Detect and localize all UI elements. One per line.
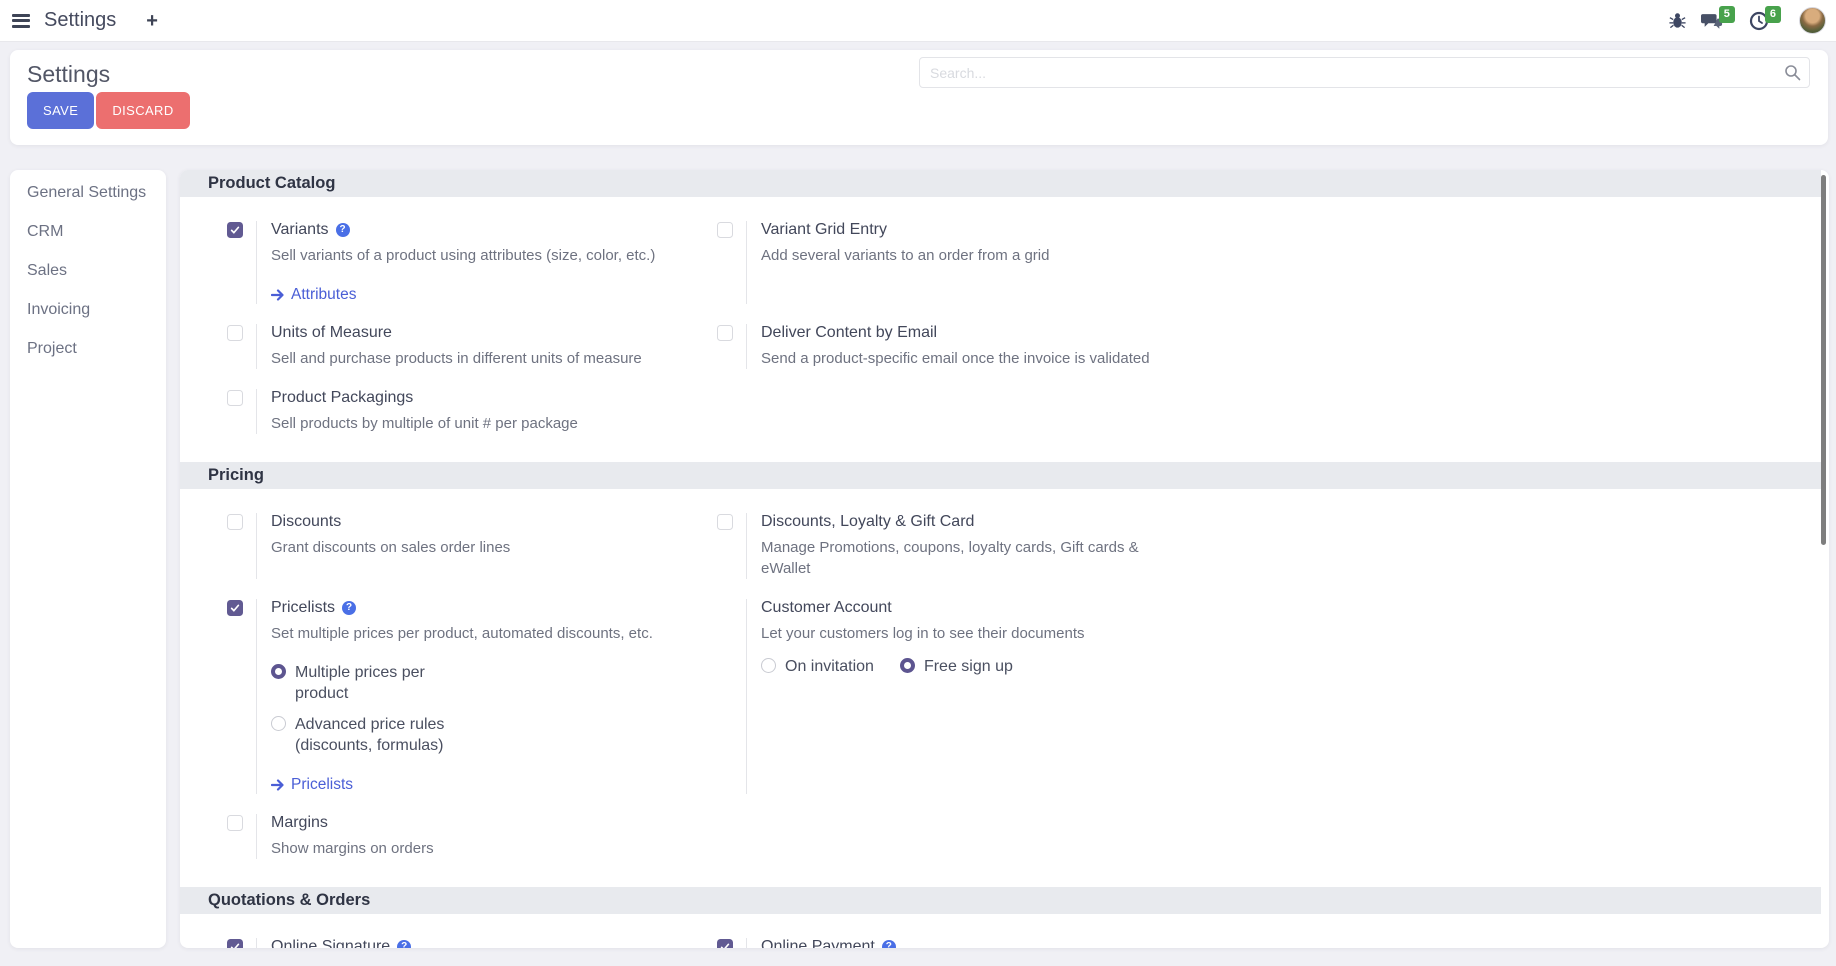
product-packagings-checkbox[interactable]: [227, 390, 243, 406]
setting-margins: Margins Show margins on orders: [227, 814, 717, 859]
help-icon[interactable]: ?: [336, 223, 350, 237]
pricelists-checkbox[interactable]: [227, 600, 243, 616]
online-signature-checkbox[interactable]: [227, 939, 243, 948]
setting-label: Discounts: [271, 513, 341, 531]
setting-description: Add several variants to an order from a …: [761, 245, 1186, 266]
arrow-right-icon: [271, 779, 285, 791]
variant-grid-entry-checkbox[interactable]: [717, 222, 733, 238]
settings-sidebar: General Settings CRM Sales Invoicing Pro…: [10, 170, 166, 948]
setting-customer-account: Customer Account Let your customers log …: [717, 599, 1821, 794]
messages-menu[interactable]: 5: [1699, 9, 1737, 32]
discard-button[interactable]: DISCARD: [96, 92, 189, 129]
setting-description: Set multiple prices per product, automat…: [271, 623, 717, 644]
navbar-app-title[interactable]: Settings: [44, 9, 116, 32]
user-avatar[interactable]: [1799, 7, 1826, 34]
setting-description: Sell and purchase products in different …: [271, 348, 717, 369]
page-title: Settings: [27, 61, 110, 88]
discounts-checkbox[interactable]: [227, 514, 243, 530]
discounts-loyalty-checkbox[interactable]: [717, 514, 733, 530]
setting-variant-grid-entry: Variant Grid Entry Add several variants …: [717, 221, 1821, 304]
help-icon[interactable]: ?: [882, 940, 896, 948]
pricelist-option-multiple-prices[interactable]: Multiple prices per product: [271, 662, 717, 704]
sidebar-item-general-settings[interactable]: General Settings: [10, 173, 166, 212]
variants-checkbox[interactable]: [227, 222, 243, 238]
section-header-quotations-orders: Quotations & Orders: [180, 887, 1821, 914]
setting-online-signature: Online Signature? Request an online sign…: [227, 938, 717, 948]
customer-account-option-on-invitation[interactable]: On invitation: [761, 656, 874, 677]
units-of-measure-checkbox[interactable]: [227, 325, 243, 341]
radio-button[interactable]: [761, 658, 776, 673]
setting-description: Let your customers log in to see their d…: [761, 623, 1186, 644]
search-input[interactable]: [919, 57, 1810, 88]
messages-count-badge: 5: [1719, 6, 1735, 22]
section-header-pricing: Pricing: [180, 462, 1821, 489]
setting-description: Sell products by multiple of unit # per …: [271, 413, 717, 434]
setting-description: Manage Promotions, coupons, loyalty card…: [761, 537, 1186, 579]
customer-account-option-free-sign-up[interactable]: Free sign up: [900, 656, 1013, 677]
setting-label: Units of Measure: [271, 324, 392, 342]
search-bar: [919, 57, 1810, 88]
setting-label: Pricelists: [271, 599, 335, 617]
sidebar-item-project[interactable]: Project: [10, 329, 166, 368]
setting-label: Product Packagings: [271, 389, 413, 407]
setting-discounts-loyalty-gift-card: Discounts, Loyalty & Gift Card Manage Pr…: [717, 513, 1821, 579]
section-header-product-catalog: Product Catalog: [180, 170, 1821, 197]
settings-content-panel: Product Catalog Variants? Sell variants …: [180, 170, 1829, 948]
online-payment-checkbox[interactable]: [717, 939, 733, 948]
top-navbar: Settings + 5 6: [0, 0, 1836, 42]
setting-deliver-content-by-email: Deliver Content by Email Send a product-…: [717, 324, 1821, 369]
radio-button[interactable]: [271, 716, 286, 731]
setting-label: Margins: [271, 814, 328, 832]
setting-description: Show margins on orders: [271, 838, 717, 859]
setting-label: Discounts, Loyalty & Gift Card: [761, 513, 974, 531]
content-scrollbar[interactable]: [1821, 175, 1826, 545]
setting-label: Online Payment: [761, 938, 875, 948]
plus-icon[interactable]: +: [146, 11, 158, 31]
setting-description: Sell variants of a product using attribu…: [271, 245, 717, 266]
activities-menu[interactable]: 6: [1747, 9, 1783, 33]
save-button[interactable]: SAVE: [27, 92, 94, 129]
setting-product-packagings: Product Packagings Sell products by mult…: [227, 389, 717, 434]
debug-bug-icon[interactable]: [1666, 9, 1689, 32]
setting-label: Customer Account: [761, 599, 892, 617]
setting-units-of-measure: Units of Measure Sell and purchase produ…: [227, 324, 717, 369]
radio-button[interactable]: [900, 658, 915, 673]
search-icon[interactable]: [1784, 64, 1801, 81]
pricelists-link[interactable]: Pricelists: [271, 776, 717, 794]
setting-label: Deliver Content by Email: [761, 324, 937, 342]
pricelist-option-advanced-rules[interactable]: Advanced price rules (discounts, formula…: [271, 714, 717, 756]
activities-count-badge: 6: [1765, 6, 1781, 22]
setting-description: Send a product-specific email once the i…: [761, 348, 1186, 369]
bug-icon: [1668, 11, 1687, 30]
sidebar-item-sales[interactable]: Sales: [10, 251, 166, 290]
deliver-content-by-email-checkbox[interactable]: [717, 325, 733, 341]
sidebar-item-crm[interactable]: CRM: [10, 212, 166, 251]
setting-discounts: Discounts Grant discounts on sales order…: [227, 513, 717, 579]
setting-label: Online Signature: [271, 938, 390, 948]
setting-label: Variants: [271, 221, 329, 239]
margins-checkbox[interactable]: [227, 815, 243, 831]
setting-description: Grant discounts on sales order lines: [271, 537, 717, 558]
setting-label: Variant Grid Entry: [761, 221, 887, 239]
apps-menu-icon[interactable]: [12, 14, 30, 28]
help-icon[interactable]: ?: [342, 601, 356, 615]
sidebar-item-invoicing[interactable]: Invoicing: [10, 290, 166, 329]
settings-header-panel: Settings SAVE DISCARD: [10, 50, 1828, 145]
setting-pricelists: Pricelists? Set multiple prices per prod…: [227, 599, 717, 794]
help-icon[interactable]: ?: [397, 940, 411, 948]
attributes-link[interactable]: Attributes: [271, 286, 717, 304]
radio-button[interactable]: [271, 664, 286, 679]
setting-online-payment: Online Payment? Request an online paymen…: [717, 938, 1821, 948]
setting-variants: Variants? Sell variants of a product usi…: [227, 221, 717, 304]
arrow-right-icon: [271, 289, 285, 301]
